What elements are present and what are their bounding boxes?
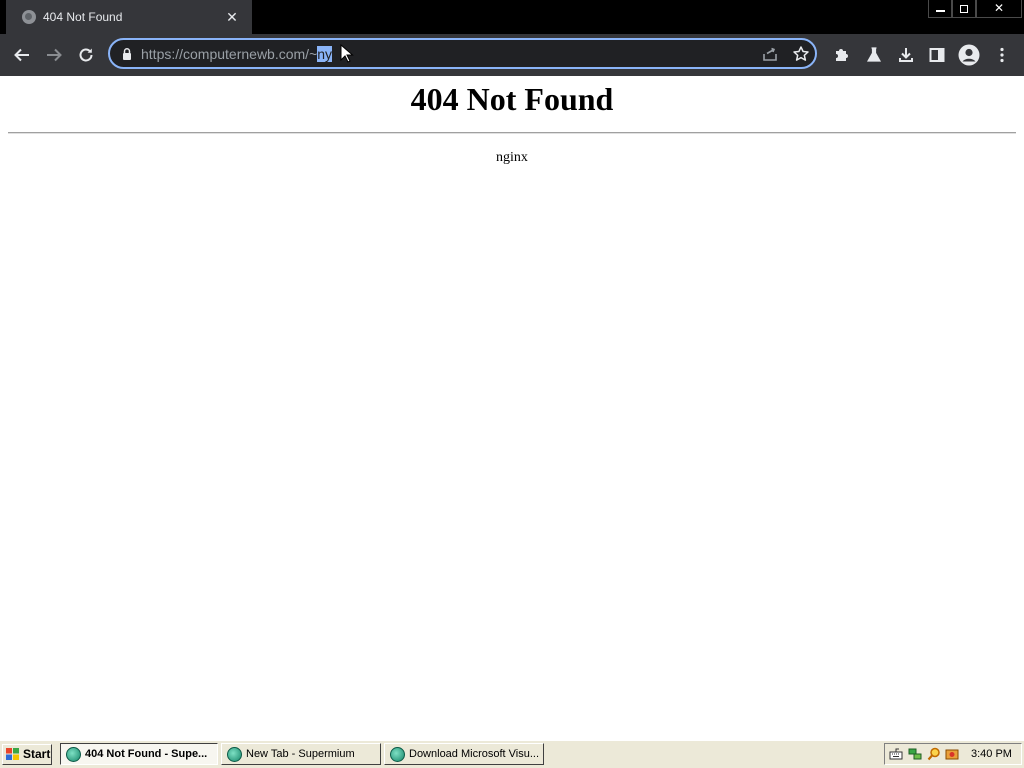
keyboard-icon[interactable] xyxy=(889,747,903,761)
download-button[interactable] xyxy=(893,42,919,68)
address-bar[interactable]: https://computernewb.com/~ny xyxy=(108,38,817,69)
star-icon[interactable] xyxy=(792,45,810,63)
puzzle-icon xyxy=(836,49,848,61)
flask-icon xyxy=(866,47,882,62)
tab-strip: 404 Not Found ✕ ✕ xyxy=(0,0,1024,34)
browser-toolbar: https://computernewb.com/~ny xyxy=(0,34,1024,76)
supermium-icon xyxy=(227,747,242,762)
window-restore-button[interactable] xyxy=(952,0,976,18)
close-icon: ✕ xyxy=(993,1,1005,15)
tab-close-icon[interactable]: ✕ xyxy=(224,7,240,27)
labs-button[interactable] xyxy=(861,42,887,68)
security-icon[interactable] xyxy=(945,747,959,761)
clock: 3:40 PM xyxy=(971,748,1012,760)
extensions-button[interactable] xyxy=(829,42,855,68)
start-button[interactable]: Start xyxy=(2,744,52,765)
share-icon[interactable] xyxy=(761,45,779,63)
taskbar-item-404-not-found[interactable]: 404 Not Found - Supe... xyxy=(60,743,218,765)
restore-icon xyxy=(960,4,968,13)
window-minimize-button[interactable] xyxy=(928,0,952,18)
taskbar-item-download-microsoft[interactable]: Download Microsoft Visu... xyxy=(384,743,544,765)
forward-button[interactable] xyxy=(41,42,67,68)
window-close-button[interactable]: ✕ xyxy=(976,0,1022,18)
search-icon[interactable] xyxy=(927,747,941,761)
globe-icon xyxy=(22,10,36,24)
browser-tab[interactable]: 404 Not Found ✕ xyxy=(6,0,252,34)
back-arrow-icon xyxy=(14,48,29,62)
back-button[interactable] xyxy=(9,42,35,68)
url-selected-text[interactable]: ny xyxy=(317,46,333,62)
taskbar-item-label: Download Microsoft Visu... xyxy=(409,748,540,760)
system-tray: 3:40 PM xyxy=(884,743,1022,765)
reload-button[interactable] xyxy=(73,42,99,68)
taskbar: Start 404 Not Found - Supe... New Tab - … xyxy=(0,740,1024,768)
supermium-icon xyxy=(66,747,81,762)
kebab-menu-icon xyxy=(1000,47,1004,63)
taskbar-item-new-tab[interactable]: New Tab - Supermium xyxy=(221,743,381,765)
side-panel-icon xyxy=(929,48,945,62)
reload-icon xyxy=(79,48,93,62)
page-title: 404 Not Found xyxy=(410,81,614,117)
start-label: Start xyxy=(23,747,51,761)
taskbar-item-label: New Tab - Supermium xyxy=(246,748,355,760)
side-panel-button[interactable] xyxy=(924,42,950,68)
tab-title: 404 Not Found xyxy=(43,10,123,24)
profile-button[interactable] xyxy=(956,42,982,68)
taskbar-item-label: 404 Not Found - Supe... xyxy=(85,748,208,760)
menu-button[interactable] xyxy=(989,42,1015,68)
divider xyxy=(8,132,1016,134)
windows-logo-icon xyxy=(6,748,19,760)
server-name: nginx xyxy=(496,150,528,165)
mouse-cursor-icon xyxy=(340,44,354,63)
forward-arrow-icon xyxy=(47,48,62,62)
download-icon xyxy=(899,48,913,62)
supermium-icon xyxy=(390,747,405,762)
minimize-icon xyxy=(935,9,945,12)
lock-icon[interactable] xyxy=(120,47,134,61)
url-text[interactable]: https://computernewb.com/ xyxy=(141,46,309,62)
avatar-icon xyxy=(958,44,980,66)
network-icon[interactable] xyxy=(908,747,922,761)
page-content: 404 Not Found nginx xyxy=(0,76,1024,740)
